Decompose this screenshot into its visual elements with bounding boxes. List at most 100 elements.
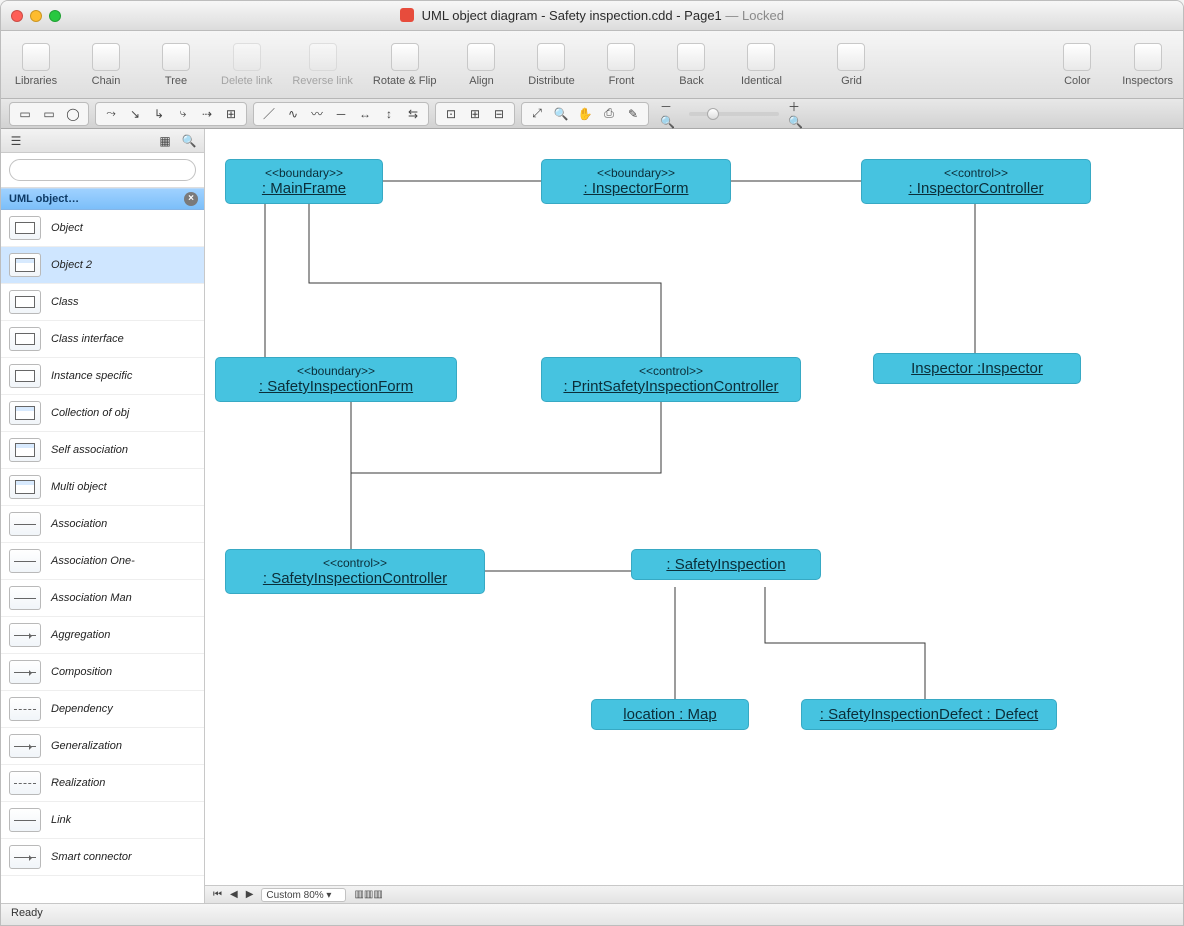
panel-grid-icon[interactable]: ▦ [156, 133, 174, 149]
chain-button[interactable]: Chain [81, 43, 131, 87]
uml-node-locationmap[interactable]: location : Map [591, 699, 749, 730]
diagram-canvas[interactable]: <<boundary>>: MainFrame <<boundary>>: Ins… [205, 129, 1183, 903]
connector2-icon[interactable]: ↘ [124, 104, 146, 124]
library-thumb-icon [9, 512, 41, 536]
back-icon [677, 43, 705, 71]
library-item[interactable]: Multi object [1, 469, 204, 506]
connector3-icon[interactable]: ↳ [148, 104, 170, 124]
group3-icon[interactable]: ⊟ [488, 104, 510, 124]
window-title: UML object diagram - Safety inspection.c… [1, 8, 1183, 23]
rotate-flip-button[interactable]: Rotate & Flip [373, 43, 437, 87]
library-item[interactable]: Association [1, 506, 204, 543]
connector6-icon[interactable]: ⊞ [220, 104, 242, 124]
panel-outline-icon[interactable]: ☰ [7, 133, 25, 149]
close-icon[interactable] [11, 10, 23, 22]
zoom-level-select[interactable]: Custom 80% ▾ [261, 888, 346, 902]
magnify-icon[interactable]: 🔍 [550, 104, 572, 124]
ellipse-tool-icon[interactable]: ◯ [62, 104, 84, 124]
stereotype-label: <<boundary>> [238, 166, 370, 180]
library-item[interactable]: Link [1, 802, 204, 839]
line2-icon[interactable]: ∿ [282, 104, 304, 124]
stereotype-label: <<control>> [874, 166, 1078, 180]
tree-icon [162, 43, 190, 71]
library-item[interactable]: Instance specific [1, 358, 204, 395]
back-button[interactable]: Back [666, 43, 716, 87]
align-button[interactable]: Align [456, 43, 506, 87]
library-item[interactable]: Object [1, 210, 204, 247]
library-item[interactable]: Association Man [1, 580, 204, 617]
library-item[interactable]: Realization [1, 765, 204, 802]
tool-strip: ▭ ▭ ◯ ⤳ ↘ ↳ ⤷ ⇢ ⊞ ／ ∿ 〰 ─ ↔ ↕ ⇆ ⊡ ⊞ ⊟ ⤢ [1, 99, 1183, 129]
tree-button[interactable]: Tree [151, 43, 201, 87]
library-item[interactable]: Class [1, 284, 204, 321]
library-item[interactable]: Class interface [1, 321, 204, 358]
status-bar: Ready [1, 903, 1183, 925]
uml-node-inspector[interactable]: Inspector :Inspector [873, 353, 1081, 384]
library-item[interactable]: Smart connector [1, 839, 204, 876]
pan-icon[interactable]: ✋ [574, 104, 596, 124]
connector5-icon[interactable]: ⇢ [196, 104, 218, 124]
pointer-tool-icon[interactable]: ▭ [14, 104, 36, 124]
uml-node-safetyinspectionform[interactable]: <<boundary>>: SafetyInspectionForm [215, 357, 457, 402]
zoom-out-icon[interactable]: －🔍 [659, 104, 681, 124]
library-search-input[interactable] [9, 159, 196, 181]
toolbar-label: Grid [841, 75, 862, 87]
library-thumb-icon [9, 771, 41, 795]
zoom-slider[interactable] [689, 112, 779, 116]
identical-button[interactable]: Identical [736, 43, 786, 87]
group2-icon[interactable]: ⊞ [464, 104, 486, 124]
inspectors-button[interactable]: Inspectors [1122, 43, 1173, 87]
nav-next-icon[interactable]: ▶ [246, 889, 254, 900]
uml-node-inspectorform[interactable]: <<boundary>>: InspectorForm [541, 159, 731, 204]
library-item[interactable]: Composition [1, 654, 204, 691]
library-item[interactable]: Generalization [1, 728, 204, 765]
library-item[interactable]: Aggregation [1, 617, 204, 654]
connector4-icon[interactable]: ⤷ [172, 104, 194, 124]
connector1-icon[interactable]: ⤳ [100, 104, 122, 124]
library-item[interactable]: Object 2 [1, 247, 204, 284]
zoom-icon[interactable] [49, 10, 61, 22]
library-thumb-icon [9, 549, 41, 573]
library-item-label: Self association [51, 444, 128, 456]
library-item[interactable]: Dependency [1, 691, 204, 728]
line7-icon[interactable]: ⇆ [402, 104, 424, 124]
nav-first-icon[interactable]: ⏮ [213, 889, 222, 900]
stamp-icon[interactable]: ⎙ [598, 104, 620, 124]
toolbar-label: Libraries [15, 75, 57, 87]
line5-icon[interactable]: ↔ [354, 104, 376, 124]
line3-icon[interactable]: 〰 [306, 104, 328, 124]
library-item[interactable]: Collection of obj [1, 395, 204, 432]
nav-prev-icon[interactable]: ◀ [230, 889, 238, 900]
color-button[interactable]: Color [1052, 43, 1102, 87]
grid-button[interactable]: Grid [826, 43, 876, 87]
uml-node-mainframe[interactable]: <<boundary>>: MainFrame [225, 159, 383, 204]
line6-icon[interactable]: ↕ [378, 104, 400, 124]
group1-icon[interactable]: ⊡ [440, 104, 462, 124]
line1-icon[interactable]: ／ [258, 104, 280, 124]
library-title-bar[interactable]: UML object… × [1, 188, 204, 210]
libraries-button[interactable]: Libraries [11, 43, 61, 87]
uml-node-safetyinspectionctrl[interactable]: <<control>>: SafetyInspectionController [225, 549, 485, 594]
fit-icon[interactable]: ⤢ [526, 104, 548, 124]
front-button[interactable]: Front [596, 43, 646, 87]
library-item-label: Smart connector [51, 851, 132, 863]
node-name-label: : SafetyInspectionDefect : Defect [820, 706, 1038, 723]
uml-node-safetyinspection[interactable]: : SafetyInspection [631, 549, 821, 580]
uml-node-defect[interactable]: : SafetyInspectionDefect : Defect [801, 699, 1057, 730]
rect-tool-icon[interactable]: ▭ [38, 104, 60, 124]
zoom-in-icon[interactable]: ＋🔍 [787, 104, 809, 124]
node-name-label: : PrintSafetyInspectionController [563, 378, 778, 395]
eyedrop-icon[interactable]: ✎ [622, 104, 644, 124]
uml-node-printctrl[interactable]: <<control>>: PrintSafetyInspectionContro… [541, 357, 801, 402]
panel-search-icon[interactable]: 🔍 [180, 133, 198, 149]
library-item[interactable]: Self association [1, 432, 204, 469]
title-bar: UML object diagram - Safety inspection.c… [1, 1, 1183, 31]
uml-node-inspectorcontroller[interactable]: <<control>>: InspectorController [861, 159, 1091, 204]
page-tabs-icon[interactable]: ▥▥▥ [354, 889, 382, 900]
library-item[interactable]: Association One- [1, 543, 204, 580]
library-close-icon[interactable]: × [184, 192, 198, 206]
line4-icon[interactable]: ─ [330, 104, 352, 124]
minimize-icon[interactable] [30, 10, 42, 22]
reverse-link-button: Reverse link [292, 43, 353, 87]
distribute-button[interactable]: Distribute [526, 43, 576, 87]
